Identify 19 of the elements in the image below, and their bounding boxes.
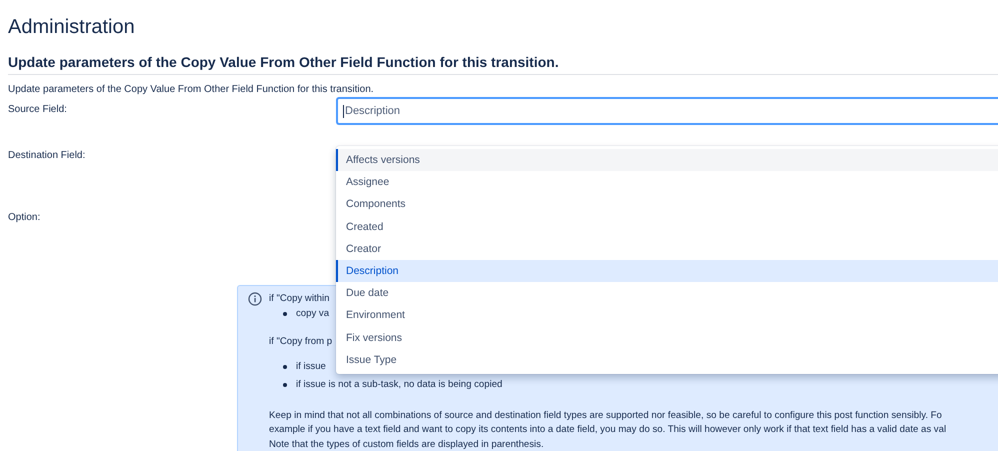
dropdown-option[interactable]: Description <box>336 260 998 282</box>
bullet-icon <box>283 312 287 316</box>
info-text: if issue <box>296 360 326 374</box>
info-icon <box>248 292 262 306</box>
section-description: Update parameters of the Copy Value From Other Field Function for this transition. <box>8 83 375 97</box>
select-field[interactable]: Description <box>336 97 998 125</box>
info-text: if "Copy within <box>269 292 330 306</box>
info-paragraph: Keep in mind that not all combinations of source and destination field types are supported nor feasible, so be careful to configure this post function sensibly. Fo example if you have a text field and want to copy its contents into a date field, you may do so. This will however only work if that text field has a valid date as val Note that the types of custom fields are displayed in parenthesis. <box>269 408 946 451</box>
section-heading: Update parameters of the Copy Value From Other Field Function for this transition. <box>8 53 560 72</box>
info-text: copy va <box>296 306 330 320</box>
info-text: if issue is not a sub-task, no data is being copied <box>296 378 502 392</box>
dropdown-option[interactable]: Affects versions <box>336 149 998 172</box>
bullet-icon <box>283 383 287 388</box>
field-label: Source Field: <box>8 103 68 117</box>
field-label: Destination Field: <box>8 149 86 163</box>
field-label: Option: <box>8 211 42 225</box>
bullet-icon <box>283 364 287 369</box>
info-text: if "Copy from p <box>269 335 332 349</box>
page-title: Administration <box>8 15 136 40</box>
